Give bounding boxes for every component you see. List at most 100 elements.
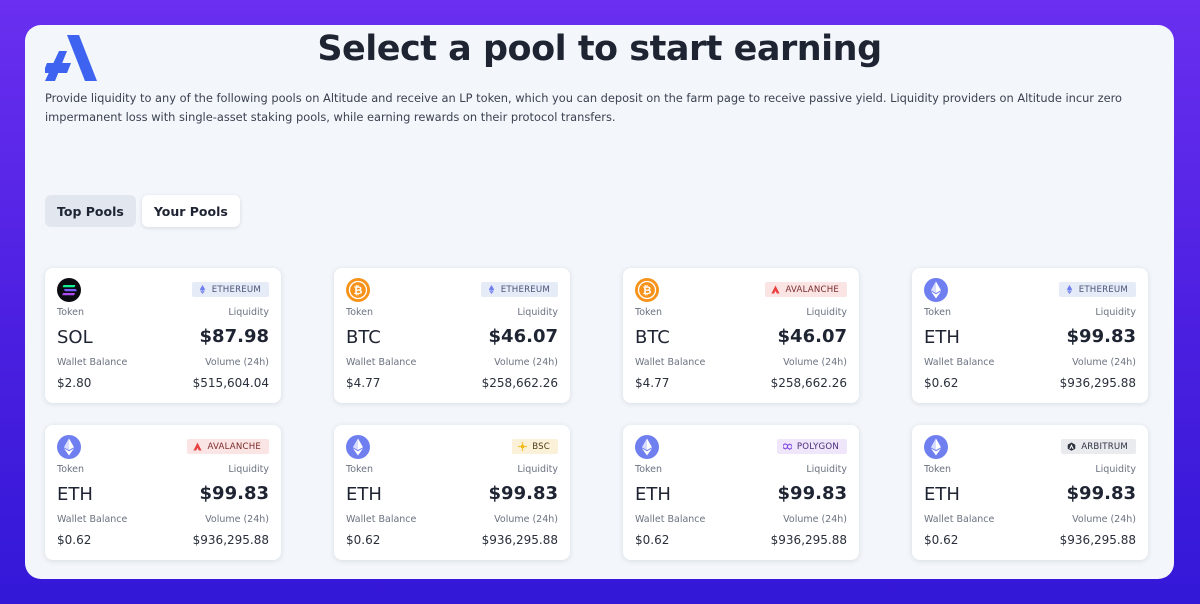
wallet-balance-label: Wallet Balance bbox=[346, 357, 417, 368]
token-symbol: ETH bbox=[924, 327, 960, 348]
wallet-balance-value: $0.62 bbox=[57, 533, 92, 547]
volume-label: Volume (24h) bbox=[1072, 514, 1136, 525]
token-symbol: ETH bbox=[346, 484, 382, 505]
pool-card-eth-ethereum[interactable]: ETHEREUM Token Liquidity ETH $99.83 Wall… bbox=[912, 268, 1148, 403]
wallet-balance-label: Wallet Balance bbox=[346, 514, 417, 525]
liquidity-label: Liquidity bbox=[1095, 464, 1136, 475]
polygon-icon bbox=[782, 442, 792, 451]
volume-label: Volume (24h) bbox=[205, 357, 269, 368]
chain-badge: ETHEREUM bbox=[191, 282, 269, 297]
token-symbol: ETH bbox=[924, 484, 960, 505]
liquidity-label: Liquidity bbox=[517, 307, 558, 318]
pool-card-eth-bsc[interactable]: BSC Token Liquidity ETH $99.83 Wallet Ba… bbox=[334, 425, 570, 560]
page-description: Provide liquidity to any of the followin… bbox=[45, 91, 1123, 124]
avalanche-icon bbox=[771, 285, 781, 294]
pool-card-eth-arbitrum[interactable]: ARBITRUM Token Liquidity ETH $99.83 Wall… bbox=[912, 425, 1148, 560]
svg-text:₿: ₿ bbox=[354, 284, 363, 297]
wallet-balance-value: $0.62 bbox=[924, 376, 959, 390]
chain-badge: ARBITRUM bbox=[1061, 439, 1136, 454]
ethereum-token-icon bbox=[924, 435, 948, 459]
chain-label: BSC bbox=[532, 441, 550, 452]
token-label: Token bbox=[346, 307, 374, 318]
chain-label: ARBITRUM bbox=[1081, 441, 1128, 452]
liquidity-label: Liquidity bbox=[1095, 307, 1136, 318]
bitcoin-token-icon: ₿ bbox=[346, 278, 370, 302]
pool-card-btc-avalanche[interactable]: ₿ AVALANCHE Token Liquidity BTC $46.07 W… bbox=[623, 268, 859, 403]
chain-label: AVALANCHE bbox=[785, 284, 839, 295]
pool-card-eth-polygon[interactable]: POLYGON Token Liquidity ETH $99.83 Walle… bbox=[623, 425, 859, 560]
volume-value: $258,662.26 bbox=[770, 376, 847, 390]
liquidity-value: $46.07 bbox=[488, 326, 558, 347]
token-symbol: ETH bbox=[57, 484, 93, 505]
tab-your-pools[interactable]: Your Pools bbox=[141, 195, 240, 227]
tab-top-pools[interactable]: Top Pools bbox=[45, 195, 136, 227]
pool-card-eth-avalanche[interactable]: AVALANCHE Token Liquidity ETH $99.83 Wal… bbox=[45, 425, 281, 560]
main-panel: Select a pool to start earning Provide l… bbox=[25, 25, 1174, 579]
arbitrum-icon bbox=[1067, 442, 1076, 451]
liquidity-label: Liquidity bbox=[806, 307, 847, 318]
bnb-icon bbox=[518, 442, 528, 451]
wallet-balance-value: $0.62 bbox=[346, 533, 381, 547]
wallet-balance-label: Wallet Balance bbox=[924, 357, 995, 368]
page-title: Select a pool to start earning bbox=[317, 29, 882, 69]
chain-label: POLYGON bbox=[796, 441, 839, 452]
wallet-balance-label: Wallet Balance bbox=[57, 514, 128, 525]
wallet-balance-label: Wallet Balance bbox=[924, 514, 995, 525]
wallet-balance-label: Wallet Balance bbox=[57, 357, 128, 368]
token-symbol: ETH bbox=[635, 484, 671, 505]
liquidity-label: Liquidity bbox=[806, 464, 847, 475]
wallet-balance-label: Wallet Balance bbox=[635, 514, 706, 525]
liquidity-label: Liquidity bbox=[517, 464, 558, 475]
liquidity-value: $99.83 bbox=[1066, 483, 1136, 504]
ethereum-token-icon bbox=[57, 435, 81, 459]
volume-label: Volume (24h) bbox=[205, 514, 269, 525]
pool-card-btc-ethereum[interactable]: ₿ ETHEREUM Token Liquidity BTC $46.07 Wa… bbox=[334, 268, 570, 403]
token-label: Token bbox=[346, 464, 374, 475]
liquidity-value: $99.83 bbox=[199, 483, 269, 504]
chain-badge: ETHEREUM bbox=[480, 282, 558, 297]
volume-value: $936,295.88 bbox=[192, 533, 269, 547]
liquidity-value: $99.83 bbox=[1066, 326, 1136, 347]
token-symbol: BTC bbox=[635, 327, 670, 348]
wallet-balance-value: $0.62 bbox=[924, 533, 959, 547]
token-symbol: SOL bbox=[57, 327, 93, 348]
token-label: Token bbox=[924, 307, 952, 318]
liquidity-value: $46.07 bbox=[777, 326, 847, 347]
chain-label: AVALANCHE bbox=[207, 441, 261, 452]
liquidity-label: Liquidity bbox=[228, 307, 269, 318]
token-label: Token bbox=[924, 464, 952, 475]
chain-label: ETHEREUM bbox=[211, 284, 261, 295]
liquidity-value: $99.83 bbox=[488, 483, 558, 504]
wallet-balance-value: $4.77 bbox=[635, 376, 670, 390]
wallet-balance-value: $4.77 bbox=[346, 376, 381, 390]
volume-value: $936,295.88 bbox=[770, 533, 847, 547]
ethereum-icon bbox=[198, 285, 207, 294]
volume-label: Volume (24h) bbox=[494, 514, 558, 525]
ethereum-icon bbox=[1065, 285, 1074, 294]
liquidity-value: $87.98 bbox=[199, 326, 269, 347]
pool-card-sol-ethereum[interactable]: ETHEREUM Token Liquidity SOL $87.98 Wall… bbox=[45, 268, 281, 403]
chain-label: ETHEREUM bbox=[1078, 284, 1128, 295]
token-label: Token bbox=[57, 307, 85, 318]
volume-label: Volume (24h) bbox=[1072, 357, 1136, 368]
volume-value: $936,295.88 bbox=[1059, 376, 1136, 390]
chain-badge: AVALANCHE bbox=[187, 439, 269, 454]
chain-badge: AVALANCHE bbox=[765, 282, 847, 297]
volume-value: $936,295.88 bbox=[481, 533, 558, 547]
liquidity-value: $99.83 bbox=[777, 483, 847, 504]
volume-value: $936,295.88 bbox=[1059, 533, 1136, 547]
volume-value: $515,604.04 bbox=[192, 376, 269, 390]
avalanche-icon bbox=[193, 442, 203, 451]
ethereum-token-icon bbox=[924, 278, 948, 302]
bitcoin-token-icon: ₿ bbox=[635, 278, 659, 302]
chain-badge: ETHEREUM bbox=[1058, 282, 1136, 297]
solana-token-icon bbox=[57, 278, 81, 302]
wallet-balance-value: $2.80 bbox=[57, 376, 92, 390]
token-label: Token bbox=[635, 307, 663, 318]
ethereum-token-icon bbox=[635, 435, 659, 459]
pool-tabs: Top Pools Your Pools bbox=[45, 195, 240, 227]
ethereum-token-icon bbox=[346, 435, 370, 459]
chain-label: ETHEREUM bbox=[500, 284, 550, 295]
token-label: Token bbox=[57, 464, 85, 475]
volume-value: $258,662.26 bbox=[481, 376, 558, 390]
